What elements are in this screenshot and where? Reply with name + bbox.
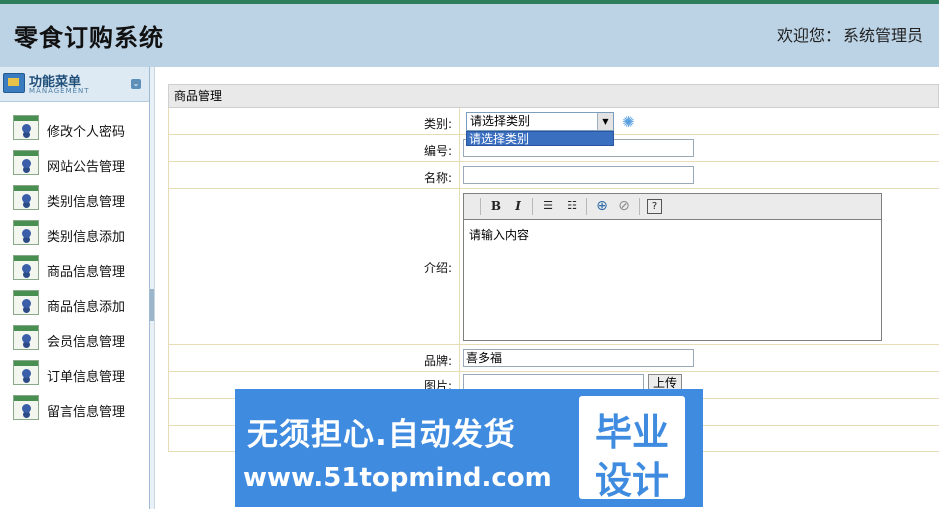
user-icon [13,115,39,140]
current-user: 系统管理员 [842,26,923,45]
category-row: 类别: 请选择类别 ▼ 请选择类别 ✺ [168,108,939,146]
column-divider [459,189,460,344]
column-divider [459,345,460,371]
loading-spinner-icon: ✺ [622,113,635,131]
category-select[interactable]: 请选择类别 ▼ [466,112,614,131]
brand-row: 品牌: 喜多福 [168,345,939,372]
sidebar-item-category-manage[interactable]: 类别信息管理 [0,180,149,215]
unlink-icon[interactable]: ⊘ [616,198,632,214]
sidebar-item-label: 商品信息管理 [47,265,126,280]
menu-subtitle: MANAGEMENT [29,87,90,95]
rich-text-editor[interactable]: B I ☰ ☷ ⊕ ⊘ ? 请输入内容 [463,193,882,341]
sidebar-item-member-manage[interactable]: 会员信息管理 [0,320,149,355]
sidebar-item-product-add[interactable]: 商品信息添加 [0,285,149,320]
bold-icon[interactable]: B [488,198,504,214]
chevron-down-icon[interactable]: ▼ [597,113,613,130]
sidebar-item-category-add[interactable]: 类别信息添加 [0,215,149,250]
editor-content[interactable]: 请输入内容 [464,220,881,249]
menu-header: 功能菜单 MANAGEMENT ⌄ [0,67,149,102]
name-input[interactable] [463,166,694,184]
brand-input[interactable]: 喜多福 [463,349,694,367]
italic-icon[interactable]: I [510,198,526,214]
watermark-badge-line2: 设计 [595,459,669,502]
description-label: 介绍: [423,261,452,275]
menu-list: 修改个人密码 网站公告管理 类别信息管理 类别信息添加 商品信息管理 商品信息添… [0,102,149,425]
user-icon [13,290,39,315]
ordered-list-icon[interactable]: ☰ [540,198,556,214]
link-icon[interactable]: ⊕ [594,198,610,214]
sidebar: 功能菜单 MANAGEMENT ⌄ 修改个人密码 网站公告管理 类别信息管理 类… [0,67,150,509]
category-option[interactable]: 请选择类别 [466,131,614,146]
column-divider [459,135,460,161]
help-icon[interactable]: ? [647,199,662,214]
splitter-grip-icon[interactable] [150,289,154,321]
welcome-prefix: 欢迎您： [776,26,841,45]
watermark-banner: 无须担心.自动发货 www.51topmind.com 毕业 设计 [235,389,703,507]
sidebar-item-message-manage[interactable]: 留言信息管理 [0,390,149,425]
user-icon [13,395,39,420]
category-label: 类别: [423,117,452,131]
collapse-icon[interactable]: ⌄ [131,79,141,89]
sidebar-splitter[interactable] [150,67,155,509]
watermark-slogan: 无须担心.自动发货 [247,417,516,453]
sidebar-item-order-manage[interactable]: 订单信息管理 [0,355,149,390]
watermark-url: www.51topmind.com [243,463,552,493]
user-icon [13,360,39,385]
category-selected-value: 请选择类别 [470,114,531,128]
toolbar-separator [532,198,533,215]
user-icon [13,185,39,210]
name-row: 名称: [168,162,939,189]
sidebar-item-label: 留言信息管理 [47,405,126,420]
toolbar-separator [586,198,587,215]
sidebar-item-label: 类别信息添加 [47,230,126,245]
toolbar-separator [639,198,640,215]
welcome-text: 欢迎您： 系统管理员 [777,22,923,46]
app-title: 零食订购系统 [14,24,164,52]
toolbar-separator [480,198,481,215]
sidebar-item-label: 会员信息管理 [47,335,126,350]
sidebar-item-label: 类别信息管理 [47,195,126,210]
unordered-list-icon[interactable]: ☷ [564,198,580,214]
folder-icon [3,73,25,93]
sidebar-item-label: 网站公告管理 [47,160,126,175]
sidebar-item-notices[interactable]: 网站公告管理 [0,145,149,180]
header-bar: 零食订购系统 欢迎您： 系统管理员 [0,0,939,67]
column-divider [459,162,460,188]
watermark-badge-line1: 毕业 [595,411,669,454]
panel-title: 商品管理 [168,84,939,108]
number-label: 编号: [423,144,452,158]
user-icon [13,150,39,175]
description-row: 介绍: B I ☰ ☷ ⊕ ⊘ ? 请输入内容 [168,189,939,345]
editor-toolbar: B I ☰ ☷ ⊕ ⊘ ? [464,194,881,220]
sidebar-item-change-password[interactable]: 修改个人密码 [0,110,149,145]
sidebar-item-label: 修改个人密码 [47,125,126,140]
column-divider [459,108,460,134]
user-icon [13,220,39,245]
sidebar-item-product-manage[interactable]: 商品信息管理 [0,250,149,285]
user-icon [13,255,39,280]
watermark-badge: 毕业 设计 [579,396,685,502]
user-icon [13,325,39,350]
brand-label: 品牌: [423,354,452,368]
name-label: 名称: [423,171,452,185]
sidebar-item-label: 订单信息管理 [47,370,126,385]
sidebar-item-label: 商品信息添加 [47,300,126,315]
